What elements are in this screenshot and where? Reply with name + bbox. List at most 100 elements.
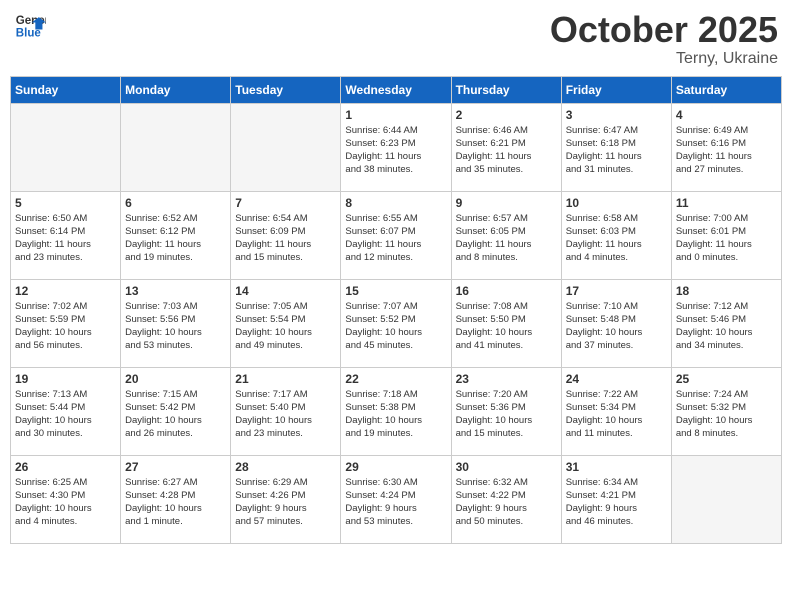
cell-info: Sunrise: 7:02 AMSunset: 5:59 PMDaylight:… <box>15 300 116 353</box>
calendar-cell: 20Sunrise: 7:15 AMSunset: 5:42 PMDayligh… <box>121 367 231 455</box>
calendar-cell: 8 Sunrise: 6:55 AMSunset: 6:07 PMDaylight… <box>341 191 451 279</box>
calendar-cell <box>11 103 121 191</box>
day-number: 22 <box>345 372 446 386</box>
day-number: 21 <box>235 372 336 386</box>
weekday-header-saturday: Saturday <box>671 76 781 103</box>
day-number: 24 <box>566 372 667 386</box>
cell-info: Sunrise: 7:22 AMSunset: 5:34 PMDaylight:… <box>566 388 667 441</box>
day-number: 18 <box>676 284 777 298</box>
day-number: 7 <box>235 196 336 210</box>
day-number: 14 <box>235 284 336 298</box>
day-number: 15 <box>345 284 446 298</box>
cell-info: Sunrise: 7:17 AMSunset: 5:40 PMDaylight:… <box>235 388 336 441</box>
location-subtitle: Terny, Ukraine <box>550 50 778 68</box>
day-number: 16 <box>456 284 557 298</box>
calendar-cell: 5 Sunrise: 6:50 AMSunset: 6:14 PMDaylight… <box>11 191 121 279</box>
calendar-cell: 1 Sunrise: 6:44 AMSunset: 6:23 PMDaylight… <box>341 103 451 191</box>
calendar-week-row: 19 Sunrise: 7:13 AMSunset: 5:44 PMDayligh… <box>11 367 782 455</box>
calendar-cell: 23 Sunrise: 7:20 AMSunset: 5:36 PMDayligh… <box>451 367 561 455</box>
cell-info: Sunrise: 6:29 AMSunset: 4:26 PMDaylight:… <box>235 476 336 529</box>
calendar-cell: 13Sunrise: 7:03 AMSunset: 5:56 PMDayligh… <box>121 279 231 367</box>
page-header: General Blue October 2025 Terny, Ukraine <box>10 10 782 68</box>
day-number: 25 <box>676 372 777 386</box>
calendar-cell: 14 Sunrise: 7:05 AMSunset: 5:54 PMDayligh… <box>231 279 341 367</box>
cell-info: Sunrise: 6:34 AMSunset: 4:21 PMDaylight:… <box>566 476 667 529</box>
calendar-cell: 16 Sunrise: 7:08 AMSunset: 5:50 PMDayligh… <box>451 279 561 367</box>
day-number: 19 <box>15 372 116 386</box>
day-number: 5 <box>15 196 116 210</box>
day-number: 10 <box>566 196 667 210</box>
month-title: October 2025 <box>550 10 778 50</box>
calendar-week-row: 26Sunrise: 6:25 AMSunset: 4:30 PMDayligh… <box>11 455 782 543</box>
day-number: 29 <box>345 460 446 474</box>
cell-info: Sunrise: 6:44 AMSunset: 6:23 PMDaylight:… <box>345 124 446 177</box>
cell-info: Sunrise: 6:54 AMSunset: 6:09 PMDaylight:… <box>235 212 336 265</box>
cell-info: Sunrise: 6:50 AMSunset: 6:14 PMDaylight:… <box>15 212 116 265</box>
logo: General Blue <box>14 10 46 42</box>
day-number: 9 <box>456 196 557 210</box>
weekday-header-monday: Monday <box>121 76 231 103</box>
cell-info: Sunrise: 6:32 AMSunset: 4:22 PMDaylight:… <box>456 476 557 529</box>
calendar-week-row: 5 Sunrise: 6:50 AMSunset: 6:14 PMDaylight… <box>11 191 782 279</box>
day-number: 23 <box>456 372 557 386</box>
cell-info: Sunrise: 6:46 AMSunset: 6:21 PMDaylight:… <box>456 124 557 177</box>
calendar-cell: 7 Sunrise: 6:54 AMSunset: 6:09 PMDaylight… <box>231 191 341 279</box>
weekday-header-row: SundayMondayTuesdayWednesdayThursdayFrid… <box>11 76 782 103</box>
cell-info: Sunrise: 7:20 AMSunset: 5:36 PMDaylight:… <box>456 388 557 441</box>
weekday-header-friday: Friday <box>561 76 671 103</box>
weekday-header-wednesday: Wednesday <box>341 76 451 103</box>
day-number: 8 <box>345 196 446 210</box>
cell-info: Sunrise: 6:57 AMSunset: 6:05 PMDaylight:… <box>456 212 557 265</box>
day-number: 27 <box>125 460 226 474</box>
title-block: October 2025 Terny, Ukraine <box>550 10 778 68</box>
day-number: 30 <box>456 460 557 474</box>
calendar-cell: 27 Sunrise: 6:27 AMSunset: 4:28 PMDayligh… <box>121 455 231 543</box>
calendar-cell: 9 Sunrise: 6:57 AMSunset: 6:05 PMDaylight… <box>451 191 561 279</box>
calendar-cell <box>671 455 781 543</box>
calendar-cell: 3Sunrise: 6:47 AMSunset: 6:18 PMDaylight… <box>561 103 671 191</box>
calendar-week-row: 12 Sunrise: 7:02 AMSunset: 5:59 PMDayligh… <box>11 279 782 367</box>
day-number: 11 <box>676 196 777 210</box>
calendar-cell: 11 Sunrise: 7:00 AMSunset: 6:01 PMDayligh… <box>671 191 781 279</box>
cell-info: Sunrise: 6:55 AMSunset: 6:07 PMDaylight:… <box>345 212 446 265</box>
calendar-cell: 26Sunrise: 6:25 AMSunset: 4:30 PMDayligh… <box>11 455 121 543</box>
cell-info: Sunrise: 7:00 AMSunset: 6:01 PMDaylight:… <box>676 212 777 265</box>
calendar-cell: 22Sunrise: 7:18 AMSunset: 5:38 PMDayligh… <box>341 367 451 455</box>
calendar-cell: 29Sunrise: 6:30 AMSunset: 4:24 PMDayligh… <box>341 455 451 543</box>
cell-info: Sunrise: 7:08 AMSunset: 5:50 PMDaylight:… <box>456 300 557 353</box>
calendar-cell: 10Sunrise: 6:58 AMSunset: 6:03 PMDayligh… <box>561 191 671 279</box>
day-number: 4 <box>676 108 777 122</box>
day-number: 26 <box>15 460 116 474</box>
day-number: 12 <box>15 284 116 298</box>
calendar-cell: 28 Sunrise: 6:29 AMSunset: 4:26 PMDayligh… <box>231 455 341 543</box>
calendar-cell: 15 Sunrise: 7:07 AMSunset: 5:52 PMDayligh… <box>341 279 451 367</box>
calendar-cell: 6 Sunrise: 6:52 AMSunset: 6:12 PMDaylight… <box>121 191 231 279</box>
cell-info: Sunrise: 6:49 AMSunset: 6:16 PMDaylight:… <box>676 124 777 177</box>
weekday-header-thursday: Thursday <box>451 76 561 103</box>
calendar-week-row: 1 Sunrise: 6:44 AMSunset: 6:23 PMDaylight… <box>11 103 782 191</box>
cell-info: Sunrise: 6:52 AMSunset: 6:12 PMDaylight:… <box>125 212 226 265</box>
logo-icon: General Blue <box>14 10 46 42</box>
day-number: 13 <box>125 284 226 298</box>
day-number: 1 <box>345 108 446 122</box>
calendar-cell: 24 Sunrise: 7:22 AMSunset: 5:34 PMDayligh… <box>561 367 671 455</box>
cell-info: Sunrise: 6:27 AMSunset: 4:28 PMDaylight:… <box>125 476 226 529</box>
calendar-cell: 31 Sunrise: 6:34 AMSunset: 4:21 PMDayligh… <box>561 455 671 543</box>
calendar-cell: 17Sunrise: 7:10 AMSunset: 5:48 PMDayligh… <box>561 279 671 367</box>
cell-info: Sunrise: 7:24 AMSunset: 5:32 PMDaylight:… <box>676 388 777 441</box>
calendar-table: SundayMondayTuesdayWednesdayThursdayFrid… <box>10 76 782 544</box>
calendar-cell: 21 Sunrise: 7:17 AMSunset: 5:40 PMDayligh… <box>231 367 341 455</box>
calendar-cell: 2 Sunrise: 6:46 AMSunset: 6:21 PMDaylight… <box>451 103 561 191</box>
cell-info: Sunrise: 7:07 AMSunset: 5:52 PMDaylight:… <box>345 300 446 353</box>
cell-info: Sunrise: 7:13 AMSunset: 5:44 PMDaylight:… <box>15 388 116 441</box>
calendar-cell: 19 Sunrise: 7:13 AMSunset: 5:44 PMDayligh… <box>11 367 121 455</box>
weekday-header-tuesday: Tuesday <box>231 76 341 103</box>
calendar-cell: 25 Sunrise: 7:24 AMSunset: 5:32 PMDayligh… <box>671 367 781 455</box>
cell-info: Sunrise: 7:05 AMSunset: 5:54 PMDaylight:… <box>235 300 336 353</box>
weekday-header-sunday: Sunday <box>11 76 121 103</box>
day-number: 2 <box>456 108 557 122</box>
cell-info: Sunrise: 7:10 AMSunset: 5:48 PMDaylight:… <box>566 300 667 353</box>
day-number: 6 <box>125 196 226 210</box>
day-number: 31 <box>566 460 667 474</box>
day-number: 28 <box>235 460 336 474</box>
